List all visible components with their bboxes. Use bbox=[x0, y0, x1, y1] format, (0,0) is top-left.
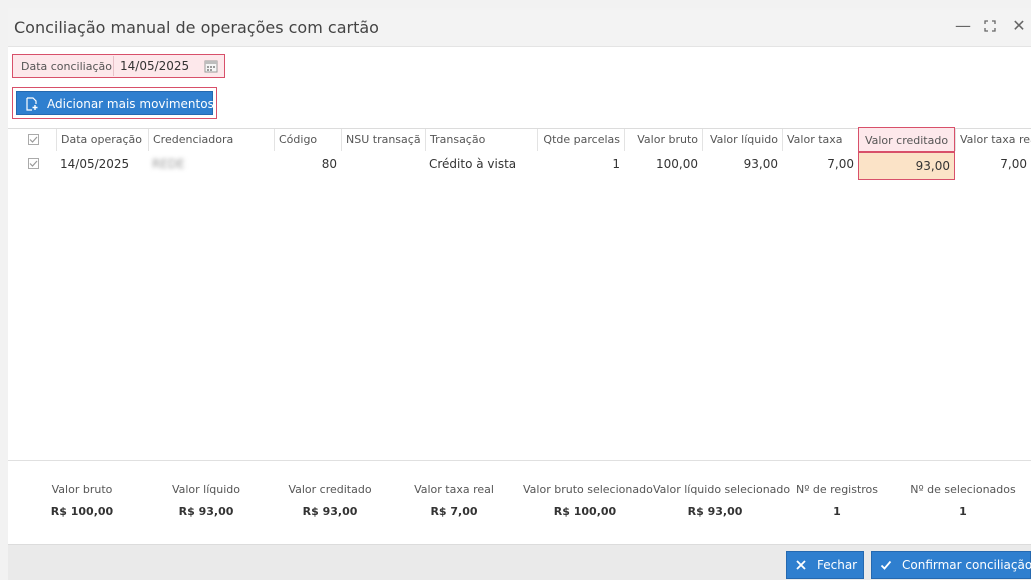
operations-table: Data operação Credenciadora Código NSU t… bbox=[8, 127, 1031, 469]
cell-valor-bruto: 100,00 bbox=[656, 157, 698, 171]
col-header-valor-taxa-real[interactable]: Valor taxa real bbox=[955, 129, 1031, 151]
col-header-valor-bruto[interactable]: Valor bruto bbox=[624, 129, 702, 151]
summary-value: R$ 93,00 bbox=[687, 505, 743, 518]
close-icon[interactable]: ✕ bbox=[1011, 16, 1027, 36]
row-checkbox[interactable] bbox=[28, 158, 39, 169]
add-movements-label: Adicionar mais movimentos bbox=[47, 97, 214, 111]
minimize-icon[interactable]: — bbox=[955, 16, 971, 36]
title-bar: Conciliação manual de operações com cart… bbox=[8, 8, 1031, 47]
summary-n-selecionados: Nº de selecionados 1 bbox=[901, 483, 1025, 518]
select-all-checkbox[interactable] bbox=[28, 134, 39, 145]
close-button[interactable]: Fechar bbox=[786, 551, 864, 579]
col-header-valor-taxa[interactable]: Valor taxa bbox=[782, 129, 858, 151]
summary-valor-bruto: Valor bruto R$ 100,00 bbox=[20, 483, 144, 518]
cell-transacao: Crédito à vista bbox=[429, 157, 517, 171]
summary-value: R$ 100,00 bbox=[553, 505, 617, 518]
cell-codigo: 80 bbox=[321, 157, 337, 171]
summary-value: R$ 93,00 bbox=[302, 505, 358, 518]
dialog-title: Conciliação manual de operações com cart… bbox=[14, 18, 379, 37]
close-button-label: Fechar bbox=[817, 558, 858, 572]
add-movements-highlight: Adicionar mais movimentos bbox=[12, 87, 217, 119]
col-header-valor-liquido[interactable]: Valor líquido bbox=[702, 129, 782, 151]
col-header-valor-creditado[interactable]: Valor creditado bbox=[858, 127, 955, 152]
check-icon bbox=[880, 560, 892, 570]
summary-valor-bruto-selecionado: Valor bruto selecionado R$ 100,00 bbox=[523, 483, 653, 518]
confirm-conciliation-label: Confirmar conciliação bbox=[902, 558, 1031, 572]
summary-label: Valor creditado bbox=[288, 483, 372, 496]
col-header-qtde-parcelas[interactable]: Qtde parcelas bbox=[537, 129, 624, 151]
cell-qtde-parcelas: 1 bbox=[612, 157, 620, 171]
cell-valor-taxa-real: 7,00 bbox=[1000, 157, 1027, 171]
summary-label: Valor bruto bbox=[51, 483, 113, 496]
col-header-nsu[interactable]: NSU transaçã bbox=[341, 129, 425, 151]
summary-label: Valor taxa real bbox=[414, 483, 494, 496]
date-conciliation-label: Data conciliação bbox=[21, 60, 112, 73]
col-header-credenciadora[interactable]: Credenciadora bbox=[148, 129, 274, 151]
summary-label: Valor líquido bbox=[171, 483, 241, 496]
col-header-data-operacao[interactable]: Data operação bbox=[56, 129, 148, 151]
cell-nsu bbox=[341, 151, 425, 177]
calendar-icon[interactable] bbox=[204, 59, 218, 73]
confirm-conciliation-button[interactable]: Confirmar conciliação bbox=[871, 551, 1031, 579]
summary-label: Nº de selecionados bbox=[910, 483, 1016, 496]
cell-valor-taxa: 7,00 bbox=[827, 157, 854, 171]
summary-label: Valor líquido selecionado bbox=[653, 483, 791, 496]
conciliation-dialog: Conciliação manual de operações com cart… bbox=[8, 8, 1031, 580]
date-conciliation-field: Data conciliação bbox=[12, 54, 225, 78]
summary-n-registros: Nº de registros 1 bbox=[775, 483, 899, 518]
cell-data-operacao: 14/05/2025 bbox=[60, 157, 130, 171]
col-header-codigo[interactable]: Código bbox=[274, 129, 341, 151]
action-bar: Fechar Confirmar conciliação bbox=[8, 544, 1031, 580]
col-header-transacao[interactable]: Transação bbox=[425, 129, 537, 151]
row-select-cell[interactable] bbox=[8, 151, 56, 177]
cell-valor-liquido: 93,00 bbox=[743, 157, 778, 171]
summary-valor-liquido-selecionado: Valor líquido selecionado R$ 93,00 bbox=[653, 483, 791, 518]
summary-value: 1 bbox=[959, 505, 967, 518]
cell-credenciadora: REDE bbox=[152, 157, 185, 171]
summary-value: R$ 7,00 bbox=[430, 505, 478, 518]
x-icon bbox=[796, 560, 806, 570]
summary-label: Nº de registros bbox=[795, 483, 879, 496]
cell-valor-creditado[interactable]: 93,00 bbox=[858, 152, 955, 180]
summary-valor-liquido: Valor líquido R$ 93,00 bbox=[144, 483, 268, 518]
summary-value: R$ 100,00 bbox=[50, 505, 114, 518]
summary-footer: Valor bruto R$ 100,00 Valor líquido R$ 9… bbox=[8, 460, 1031, 547]
select-all-cell[interactable] bbox=[8, 129, 56, 151]
summary-value: 1 bbox=[833, 505, 841, 518]
summary-label: Valor bruto selecionado bbox=[523, 483, 653, 496]
add-movements-button[interactable]: Adicionar mais movimentos bbox=[16, 91, 214, 115]
maximize-icon[interactable] bbox=[982, 16, 998, 39]
add-document-icon bbox=[26, 97, 38, 111]
summary-valor-taxa-real: Valor taxa real R$ 7,00 bbox=[392, 483, 516, 518]
summary-value: R$ 93,00 bbox=[178, 505, 234, 518]
summary-valor-creditado: Valor creditado R$ 93,00 bbox=[268, 483, 392, 518]
